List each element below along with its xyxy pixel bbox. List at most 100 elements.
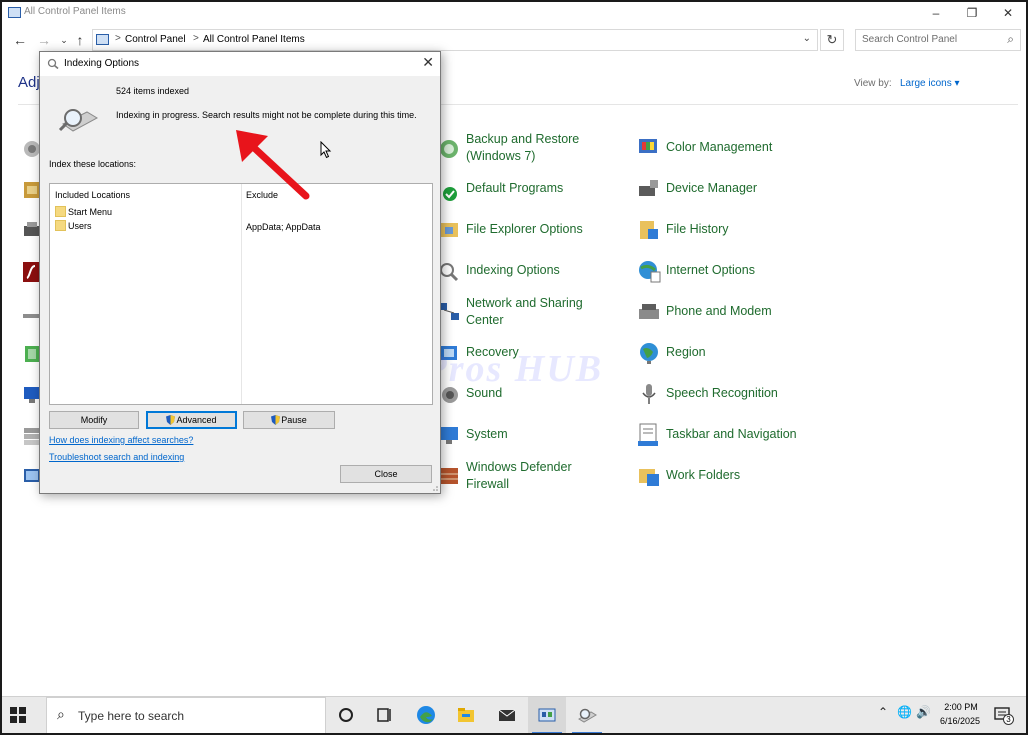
modify-button[interactable]: Modify [49,411,139,429]
view-by-dropdown[interactable]: Large icons ▾ [900,78,960,89]
cp-item-label: Internet Options [666,263,755,277]
file-history-icon [640,221,658,239]
annotation-arrow-icon [236,130,310,200]
resize-grip-icon[interactable] [430,483,438,491]
up-arrow-icon[interactable]: ↑ [70,30,90,50]
network-icon[interactable]: 🌐 [897,705,912,719]
maximize-button[interactable]: ❐ [955,4,989,22]
cp-item-windows-defender-firewall[interactable]: Windows Defender Firewall [436,459,626,499]
advanced-button[interactable]: Advanced [146,411,237,429]
window-titlebar: All Control Panel Items – ❐ ✕ [2,2,1026,26]
cp-item-network-sharing[interactable]: Network and Sharing Center [436,295,626,335]
cp-item-internet-options[interactable]: Internet Options [636,254,836,294]
items-indexed-count: 524 items indexed [116,86,190,96]
cp-item-system[interactable]: System [436,418,626,458]
cp-item-file-explorer-options[interactable]: File Explorer Options [436,213,626,253]
windows-start-icon[interactable] [10,707,26,723]
location-name: Users [68,221,92,231]
uac-shield-icon [271,415,281,425]
breadcrumb-control-panel[interactable]: Control Panel [125,34,186,45]
breadcrumb-all-items[interactable]: All Control Panel Items [203,34,305,45]
internet-options-icon [639,261,661,283]
control-panel-icon [538,708,556,722]
volume-icon[interactable]: 🔊 [916,705,931,719]
indexed-locations-table[interactable]: Included Locations Exclude Start Menu Us… [49,183,433,405]
advanced-label: Advanced [176,415,217,425]
pause-label: Pause [281,415,307,425]
cp-item-color-management[interactable]: Color Management [636,131,836,171]
screen: All Control Panel Items – ❐ ✕ ← → ⌄ ↑ > … [0,0,1028,735]
cp-item-default-programs[interactable]: Default Programs [436,172,626,212]
refresh-icon[interactable]: ↻ [820,29,844,51]
search-icon[interactable]: ⌕ [1007,32,1014,47]
uac-shield-icon [166,415,176,425]
taskbar-search-input[interactable]: ⌕ Type here to search [46,697,326,733]
edge-browser-icon[interactable] [416,705,436,725]
close-button[interactable]: Close [340,465,432,483]
close-window-button[interactable]: ✕ [991,4,1025,22]
folder-icon [55,220,66,231]
work-folders-icon [639,469,659,486]
address-bar[interactable]: > Control Panel > All Control Panel Item… [92,29,818,51]
taskbar-search-placeholder: Type here to search [78,709,185,723]
cp-item-backup-restore[interactable]: Backup and Restore (Windows 7) [436,131,626,171]
address-dropdown-icon[interactable]: ⌄ [803,33,811,44]
cp-item-label: Color Management [666,140,773,154]
column-divider [241,184,242,404]
color-management-icon [639,139,657,153]
cp-item-region[interactable]: Region [636,336,836,376]
search-placeholder: Search Control Panel [862,34,958,45]
table-row[interactable]: Users [55,220,92,231]
taskbar-control-panel[interactable] [528,697,566,733]
cp-item-speech-recognition[interactable]: Speech Recognition [636,377,836,417]
dialog-titlebar: Indexing Options ✕ [40,52,440,76]
active-indicator [532,732,562,733]
taskbar: ⌕ Type here to search ⌃ 🌐 🔊 2:00 PM 6/16… [2,696,1026,733]
folder-icon [55,206,66,217]
cp-item-taskbar-navigation[interactable]: Taskbar and Navigation [636,418,836,458]
file-explorer-icon[interactable] [456,705,476,725]
cp-item-phone-modem[interactable]: Phone and Modem [636,295,836,335]
mouse-cursor-icon [320,141,332,159]
dialog-close-icon[interactable]: ✕ [422,54,434,71]
indexing-help-link[interactable]: How does indexing affect searches? [49,435,193,445]
cortana-icon[interactable] [336,705,356,725]
page-heading: Adj [18,74,40,91]
device-manager-icon [639,180,658,196]
search-input[interactable]: Search Control Panel ⌕ [855,29,1021,51]
cp-item-label: Region [666,345,706,359]
cp-item-label: Windows Defender Firewall [466,460,572,491]
cp-item-file-history[interactable]: File History [636,213,836,253]
control-panel-icon [96,34,109,45]
mail-icon[interactable] [497,705,517,725]
active-indicator [572,732,602,733]
forward-arrow-icon[interactable]: → [34,30,54,50]
minimize-button[interactable]: – [919,4,953,22]
notification-count-badge: 3 [1003,714,1014,725]
indexing-icon [47,58,59,69]
cp-item-indexing-options[interactable]: Indexing Options [436,254,626,294]
cp-item-label: Network and Sharing Center [466,296,583,327]
window-title: All Control Panel Items [24,6,126,17]
pause-button[interactable]: Pause [243,411,335,429]
task-view-icon[interactable] [375,705,395,725]
indexing-status-text: Indexing in progress. Search results mig… [116,110,417,120]
cp-item-work-folders[interactable]: Work Folders [636,459,836,499]
clock-date[interactable]: 6/16/2025 [937,716,983,726]
clock-time[interactable]: 2:00 PM [943,702,979,712]
cp-item-label: Indexing Options [466,263,560,277]
column-header-included: Included Locations [55,190,131,200]
control-panel-icon [8,7,21,18]
cp-item-device-manager[interactable]: Device Manager [636,172,836,212]
breadcrumb-separator: > [115,33,121,44]
exclude-value: AppData; AppData [246,222,321,232]
cp-item-label: Taskbar and Navigation [666,427,797,441]
taskbar-indexing-options[interactable] [568,697,606,733]
taskbar-icon [638,423,658,446]
search-icon: ⌕ [57,706,65,722]
cp-item-label: Device Manager [666,181,758,195]
back-arrow-icon[interactable]: ← [10,30,30,50]
table-row[interactable]: Start Menu [55,206,112,217]
troubleshoot-link[interactable]: Troubleshoot search and indexing [49,452,184,462]
show-hidden-icons-icon[interactable]: ⌃ [878,705,888,719]
